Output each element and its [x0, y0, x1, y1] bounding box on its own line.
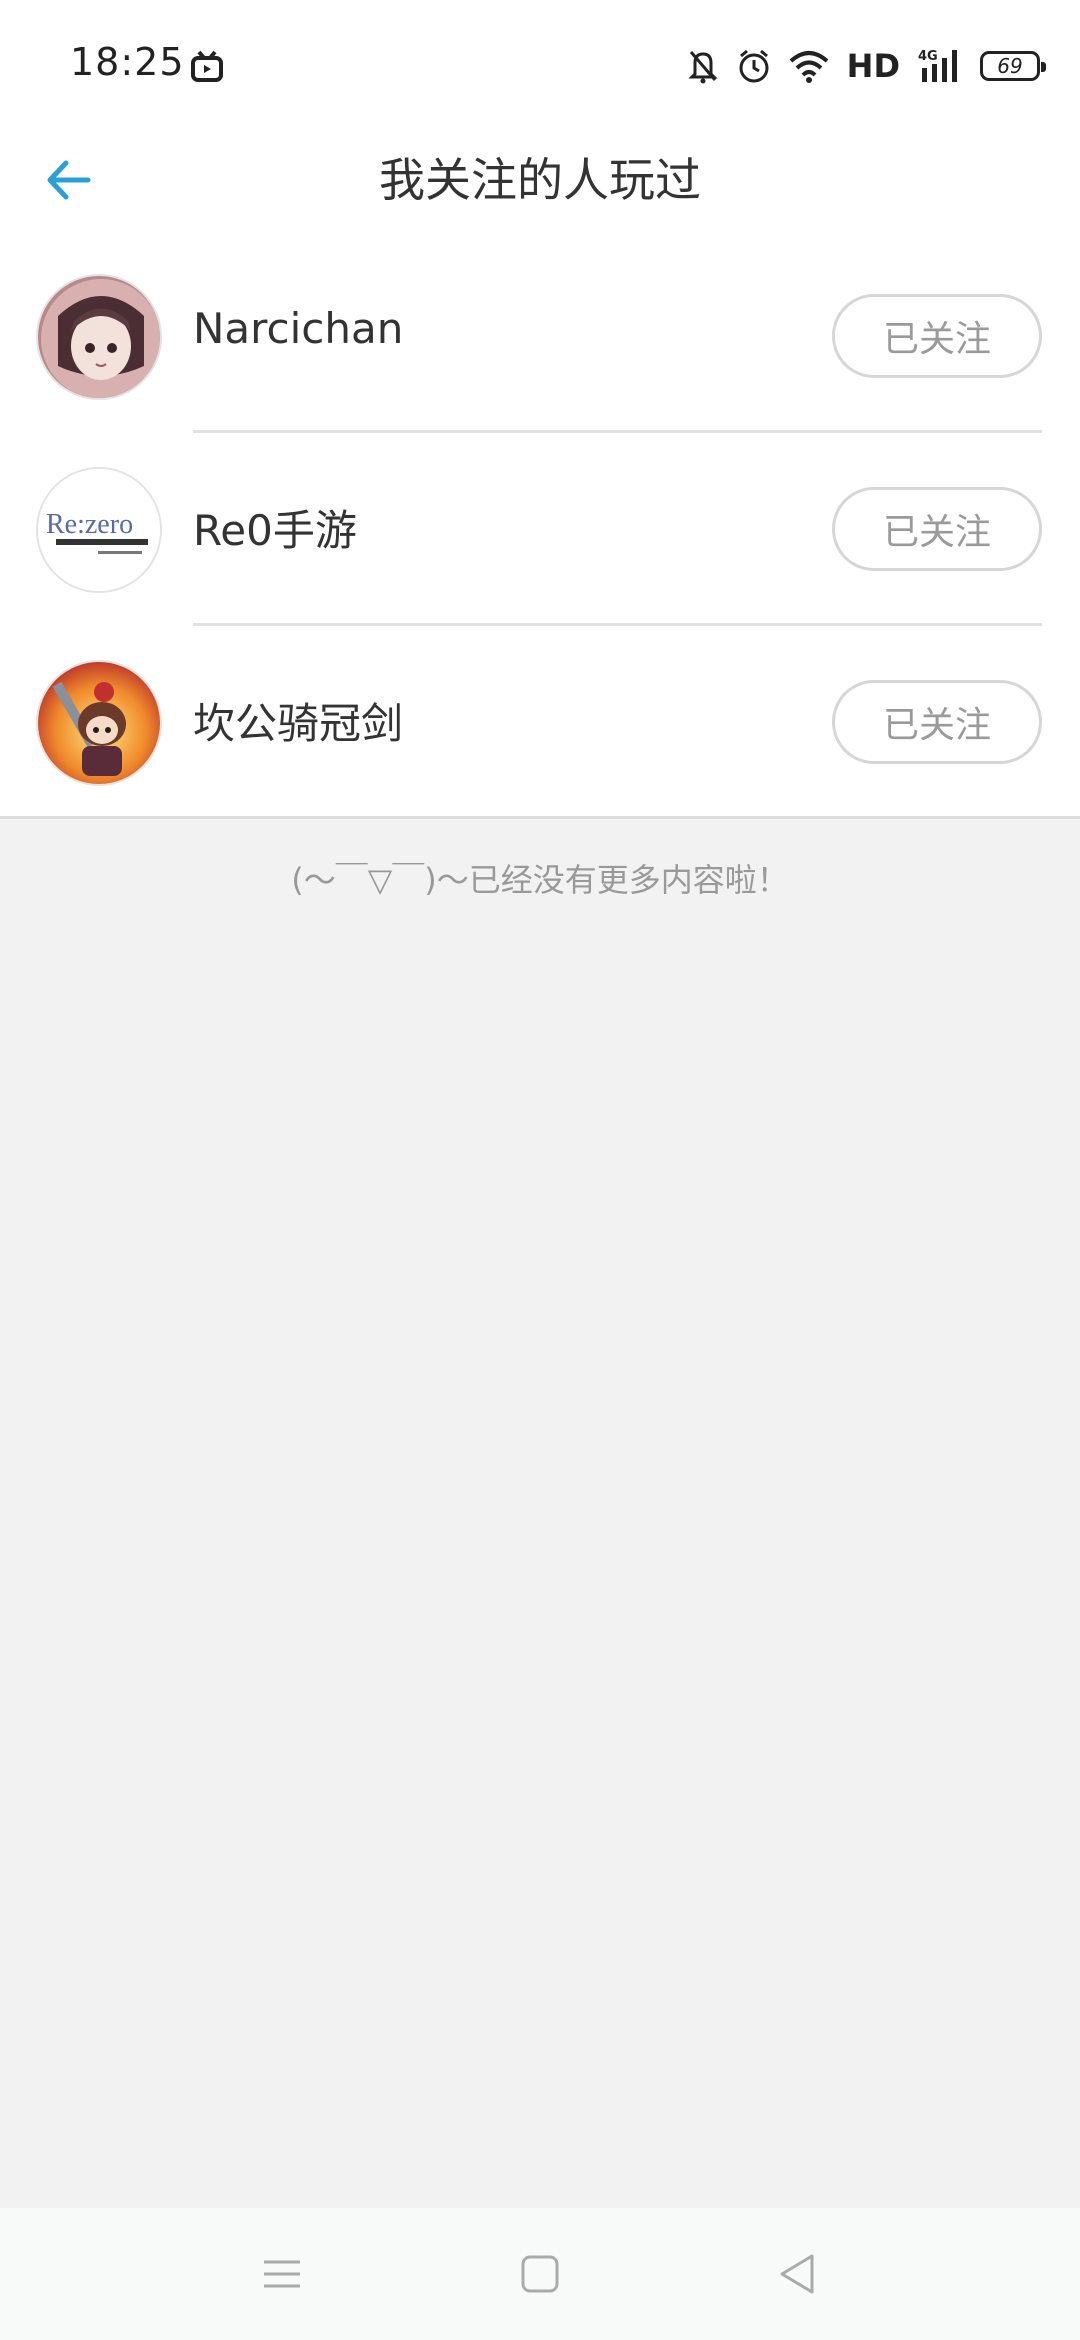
wifi-icon	[789, 51, 828, 83]
avatar-anime-girl	[38, 276, 160, 398]
system-nav-bar	[0, 2208, 1080, 2340]
list-item[interactable]: Re:zero Re0手游 已关注	[0, 433, 1080, 626]
divider	[0, 816, 1080, 819]
home-icon[interactable]	[510, 2244, 570, 2304]
network-label: 4G	[918, 49, 938, 64]
avatar[interactable]	[36, 274, 162, 400]
list-item[interactable]: Narcichan 已关注	[0, 240, 1080, 433]
user-name[interactable]: Narcichan	[193, 304, 403, 353]
end-of-list-note: (～￣▽￣)～已经没有更多内容啦！	[291, 861, 789, 899]
tv-app-icon	[191, 50, 223, 82]
status-bar: 18:25 HD 4G 69	[0, 0, 1080, 130]
status-icons: HD 4G 69	[669, 44, 1046, 88]
avatar[interactable]	[36, 660, 162, 786]
avatar[interactable]: Re:zero	[36, 467, 162, 593]
battery-icon: 69	[980, 51, 1046, 81]
bell-muted-icon	[688, 51, 718, 84]
user-name[interactable]: Re0手游	[193, 497, 357, 558]
menu-icon[interactable]	[252, 2244, 312, 2304]
avatar-knight-character	[38, 662, 160, 784]
alarm-icon	[739, 49, 769, 83]
followed-button[interactable]: 已关注	[832, 680, 1042, 764]
followed-users-list: Narcichan 已关注 Re:zero Re0手游 已关注 坎公骑冠剑 已关…	[0, 240, 1080, 819]
followed-button[interactable]: 已关注	[832, 294, 1042, 378]
battery-level: 69	[997, 54, 1023, 78]
list-item[interactable]: 坎公骑冠剑 已关注	[0, 626, 1080, 819]
followed-button[interactable]: 已关注	[832, 487, 1042, 571]
signal-icon: 4G	[918, 49, 957, 82]
page-title: 我关注的人玩过	[379, 153, 701, 207]
avatar-rezero-logo: Re:zero	[38, 469, 160, 591]
app-header: 我关注的人玩过	[0, 130, 1080, 240]
hd-label: HD	[846, 47, 900, 85]
back-triangle-icon[interactable]	[768, 2244, 828, 2304]
user-name[interactable]: 坎公骑冠剑	[193, 690, 403, 751]
svg-text:Re:zero: Re:zero	[46, 509, 133, 540]
status-time: 18:25	[70, 40, 185, 84]
